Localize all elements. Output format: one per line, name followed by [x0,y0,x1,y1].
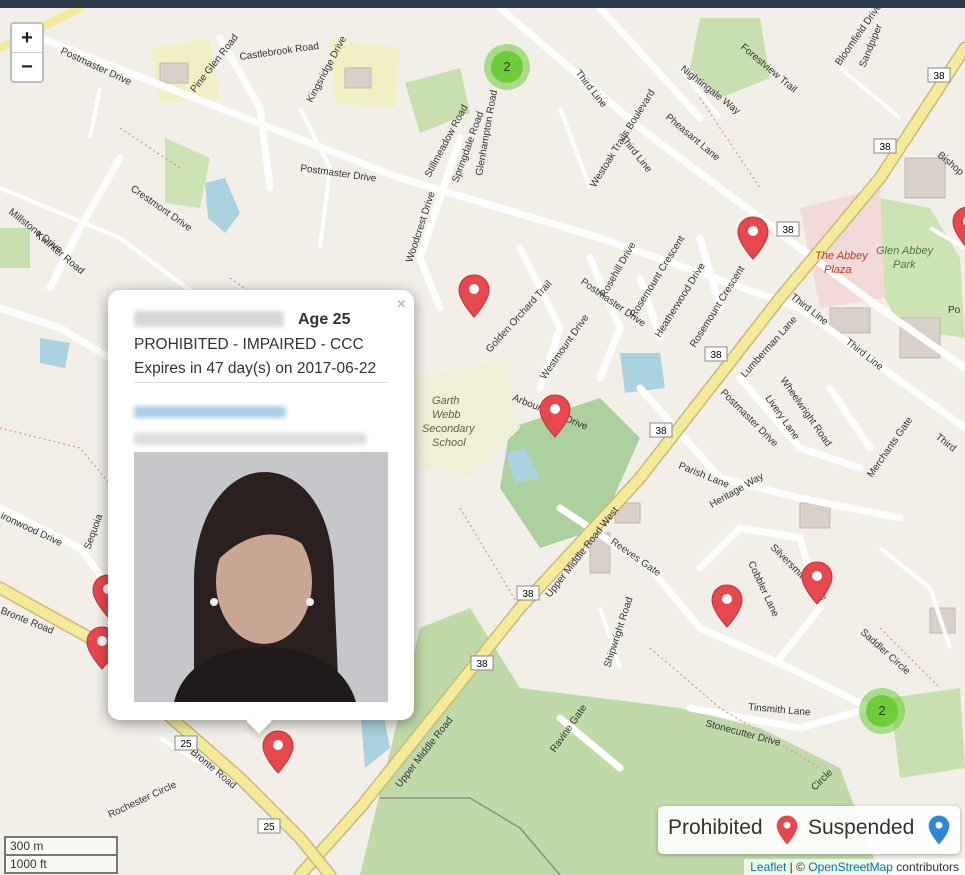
driver-status: PROHIBITED - IMPAIRED - CCC [134,336,364,353]
svg-text:38: 38 [933,71,945,82]
svg-text:38: 38 [879,142,891,153]
zoom-out-button[interactable]: − [12,52,42,81]
svg-text:Po: Po [948,305,961,316]
prohibited-marker[interactable] [458,274,490,318]
cluster-count: 2 [491,51,523,83]
attribution-separator: | © [786,860,809,874]
marker-cluster[interactable]: 2 [484,44,530,90]
driver-expiry: Expires in 47 day(s) on 2017-06-22 [134,360,377,377]
park-area [0,228,30,268]
prohibited-marker[interactable] [801,561,833,605]
top-bar [0,0,965,8]
popup-close-button[interactable]: × [397,296,406,314]
scale-imperial: 1000 ft [4,854,118,874]
osm-link[interactable]: OpenStreetMap [808,860,893,874]
svg-text:The Abbey: The Abbey [815,250,869,262]
legend-suspended-label: Suspended [808,816,915,839]
zoom-in-button[interactable]: + [12,24,42,52]
redacted-name [134,311,284,327]
prohibited-marker[interactable] [737,216,769,260]
scale-metric: 300 m [4,836,118,856]
leaflet-link[interactable]: Leaflet [750,860,786,874]
driver-age: Age 25 [298,311,351,328]
map-view[interactable]: Postmaster Drive Postmaster Drive Postma… [0,8,965,875]
pond [40,338,70,368]
svg-text:38: 38 [476,659,488,670]
svg-text:25: 25 [180,739,192,750]
redacted-address [134,433,366,445]
svg-text:Webb: Webb [432,409,461,421]
svg-text:38: 38 [782,225,794,236]
prohibited-marker[interactable] [262,730,294,774]
map-attribution: Leaflet | © OpenStreetMap contributors [744,859,965,875]
svg-text:Secondary: Secondary [422,423,476,435]
marker-cluster[interactable]: 2 [859,688,905,734]
popup-divider [134,382,388,383]
suspended-pin-icon [928,815,950,845]
prohibited-marker[interactable] [539,394,571,438]
zoom-control: + − [10,22,44,83]
svg-text:Glen Abbey: Glen Abbey [876,245,935,257]
svg-text:38: 38 [522,589,534,600]
svg-text:Garth: Garth [432,395,460,407]
prohibited-marker[interactable] [711,584,743,628]
legend-prohibited-label: Prohibited [668,816,763,839]
svg-text:25: 25 [263,822,275,833]
svg-text:38: 38 [710,350,722,361]
cluster-count: 2 [866,695,898,727]
prohibited-marker[interactable] [952,206,965,250]
driver-popup: × Age 25 PROHIBITED - IMPAIRED - CCC Exp… [108,290,414,720]
svg-text:38: 38 [655,426,667,437]
svg-text:Plaza: Plaza [824,264,852,276]
attribution-contributors: contributors [892,860,959,874]
svg-text:Park: Park [893,259,916,271]
svg-text:School: School [432,437,466,449]
driver-photo [134,452,388,702]
prohibited-pin-icon [776,815,798,845]
redacted-link[interactable] [134,406,286,418]
map-legend: Prohibited Suspended [658,806,960,854]
